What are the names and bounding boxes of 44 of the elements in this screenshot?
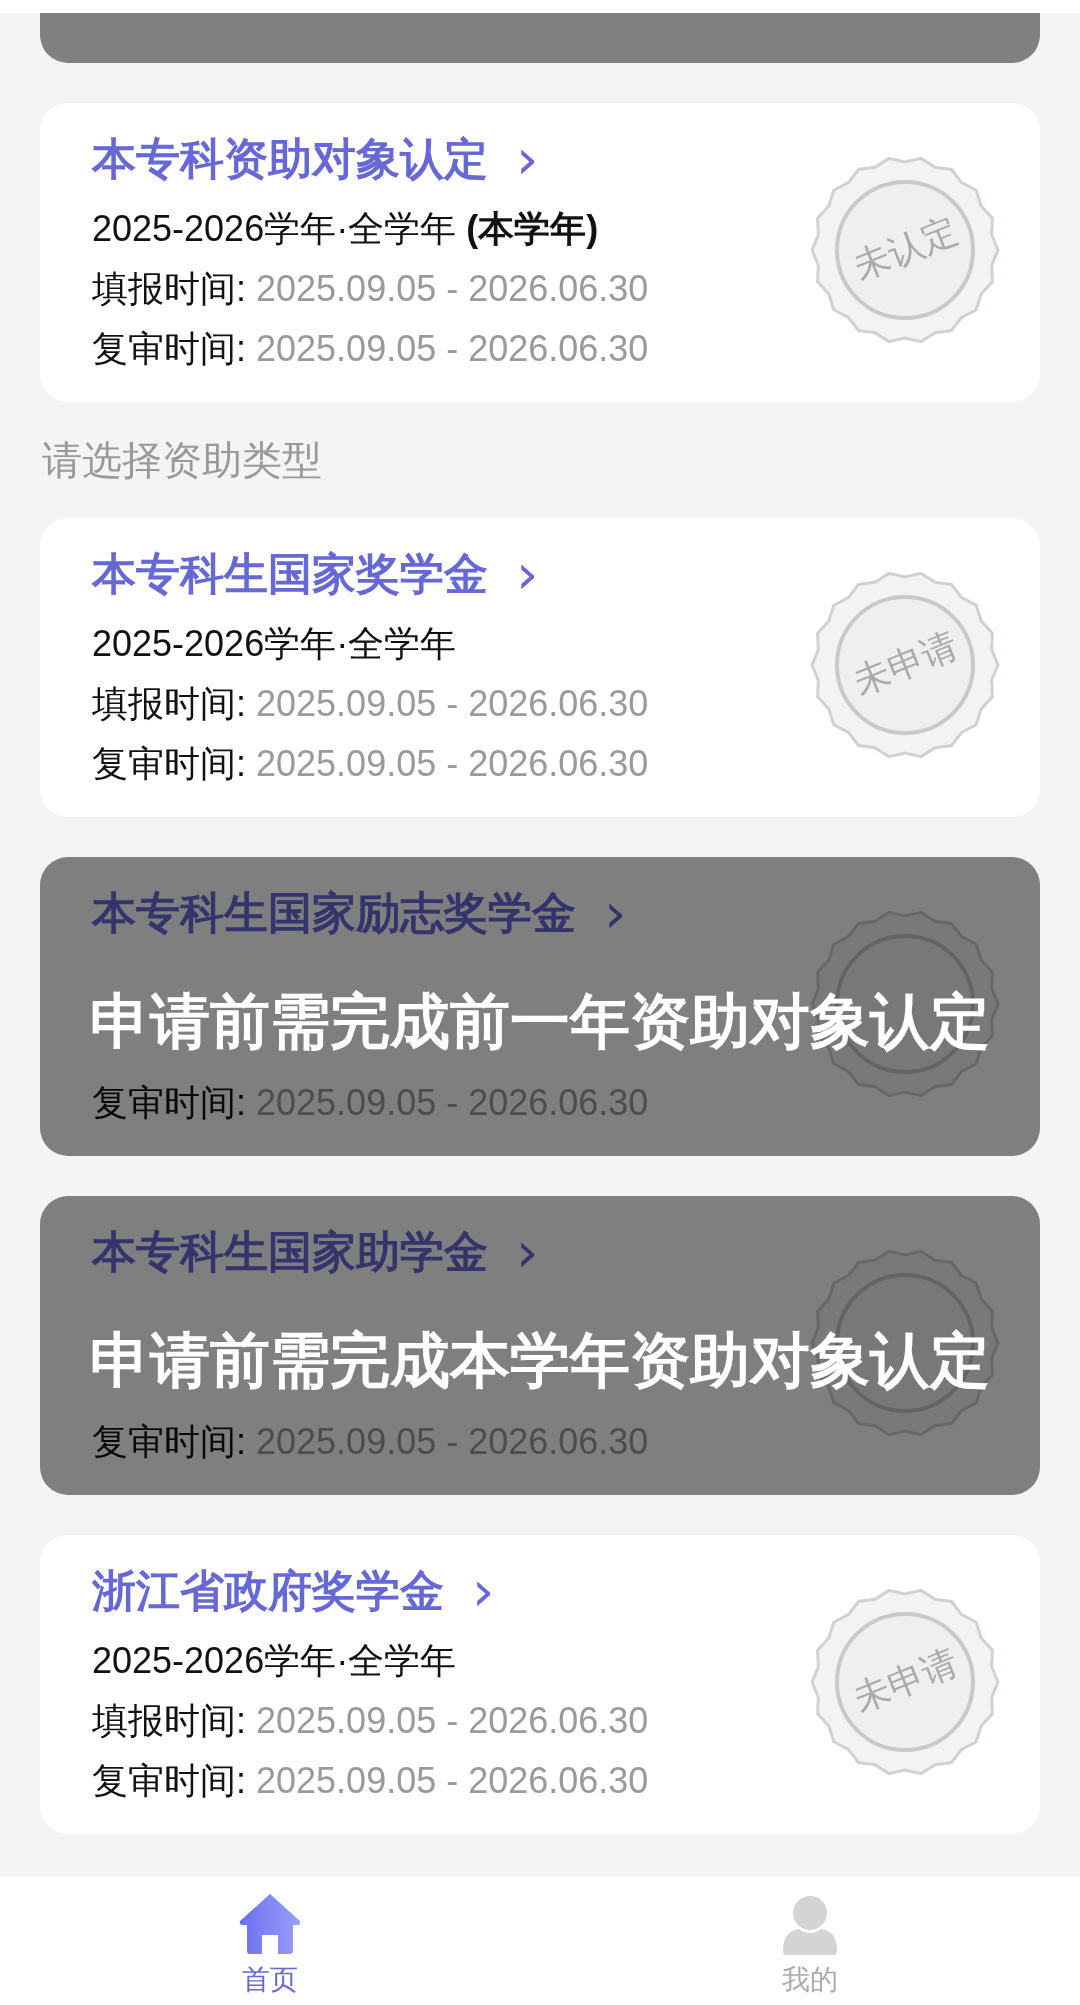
fill-label: 填报时间: [92,266,246,311]
review-label: 复审时间: [92,1080,246,1125]
fill-period: 2025.09.05 - 2026.06.30 [256,1700,649,1742]
review-label: 复审时间: [92,1758,246,1803]
fill-label: 填报时间: [92,681,246,726]
review-label: 复审时间: [92,741,246,786]
card-title: 本专科生国家奖学金 [92,546,488,601]
card-title: 本专科生国家助学金 [92,1224,488,1279]
review-label: 复审时间: [92,1419,246,1464]
aid-card[interactable]: 浙江省政府奖学金 › 2025-2026学年·全学年 填报时间: 2025.09.05 - 2026.06.30 复审时间: 2025.09.05 - 2026.06.30 未申请 [40,1535,1040,1834]
chevron-icon: › [472,1563,495,1619]
fill-period: 2025.09.05 - 2026.06.30 [256,683,649,725]
card-title: 本专科生国家励志奖学金 [92,885,576,940]
status-stamp-text: 未申请 [846,1640,965,1722]
review-label: 复审时间: [92,326,246,371]
aid-card[interactable]: 本专科资助对象认定 › 2025-2026学年·全学年 (本学年) 填报时间: 2025.09.05 - 2026.06.30 复审时间: 2025.09.05 - 2026.06.30 未认定 [40,103,1040,402]
seal-icon [810,570,1000,760]
seal-icon [810,155,1000,345]
academic-year: 2025-2026学年·全学年 [92,1638,457,1683]
nav-tab[interactable]: 首页 [0,1877,540,2005]
status-stamp-text: 未认定 [846,208,965,290]
academic-year: 2025-2026学年·全学年 [92,621,457,666]
chevron-icon: › [516,1224,539,1280]
academic-year: 2025-2026学年·全学年 (本学年) [92,206,599,251]
fill-period: 2025.09.05 - 2026.06.30 [256,268,649,310]
fill-label: 填报时间: [92,1698,246,1743]
chevron-icon: › [604,885,627,941]
card-title: 本专科资助对象认定 [92,131,488,186]
review-period: 2025.09.05 - 2026.06.30 [256,743,649,785]
seal-icon [810,1248,1000,1438]
status-stamp-text: 未申请 [846,623,965,705]
chevron-icon: › [516,131,539,187]
lock-message: 申请前需完成本学年资助对象认定 [90,1324,990,1397]
aid-card[interactable]: 本专科生国家奖学金 › 2025-2026学年·全学年 填报时间: 2025.09.05 - 2026.06.30 复审时间: 2025.09.05 - 2026.06.30 未申请 [40,518,1040,817]
seal-icon [810,909,1000,1099]
seal-icon [810,1587,1000,1777]
lock-message: 申请前需完成前一年资助对象认定 [90,985,990,1058]
home-icon [237,1891,303,1957]
review-period: 2025.09.05 - 2026.06.30 [256,328,649,370]
chevron-icon: › [516,546,539,602]
section-heading: 请选择资助类型 [41,435,323,485]
locked-card[interactable] [40,13,1040,63]
review-period: 2025.09.05 - 2026.06.30 [256,1760,649,1802]
card-title: 浙江省政府奖学金 [92,1563,444,1618]
